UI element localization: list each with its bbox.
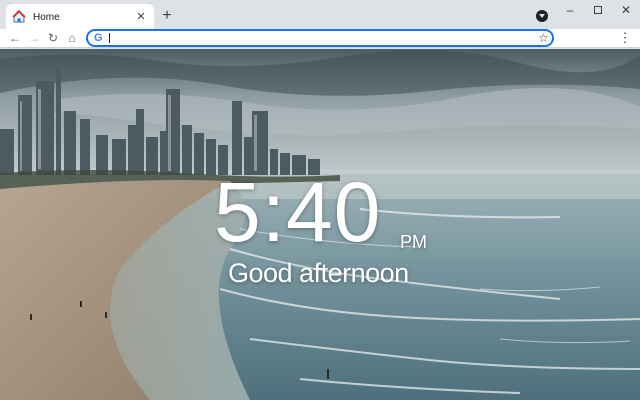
clock: 5:40 PM bbox=[214, 170, 454, 260]
text-caret bbox=[109, 33, 110, 43]
profile-dropdown-icon[interactable] bbox=[536, 10, 548, 22]
tab-home[interactable]: Home ✕ bbox=[6, 4, 154, 30]
new-tab-page: 5:40 PM Good afternoon bbox=[0, 49, 640, 400]
clock-period: PM bbox=[400, 232, 427, 252]
google-icon: G bbox=[94, 32, 103, 44]
address-bar[interactable]: G ☆ bbox=[86, 29, 554, 47]
tab-title: Home bbox=[33, 11, 60, 23]
bookmark-star-icon[interactable]: ☆ bbox=[538, 31, 549, 45]
browser-menu-button[interactable]: ⋮ bbox=[618, 30, 632, 46]
new-tab-button[interactable]: + bbox=[158, 7, 176, 25]
home-button[interactable]: ⌂ bbox=[64, 30, 80, 46]
close-window-button[interactable]: ✕ bbox=[612, 2, 640, 18]
minimize-button[interactable]: – bbox=[556, 2, 584, 18]
maximize-button[interactable] bbox=[584, 2, 612, 18]
back-button[interactable]: ← bbox=[7, 30, 23, 46]
reload-button[interactable]: ↻ bbox=[45, 30, 61, 46]
address-input[interactable] bbox=[112, 31, 512, 45]
forward-button[interactable]: → bbox=[26, 30, 42, 46]
greeting: Good afternoon bbox=[228, 258, 409, 288]
clock-time: 5:40 bbox=[214, 165, 382, 259]
tab-strip: Home ✕ + – ✕ bbox=[0, 0, 640, 30]
tab-close-icon[interactable]: ✕ bbox=[134, 10, 148, 24]
maximize-icon bbox=[594, 6, 602, 14]
house-icon bbox=[12, 9, 26, 24]
toolbar: ← → ↻ ⌂ G ☆ ⋮ bbox=[0, 29, 640, 48]
